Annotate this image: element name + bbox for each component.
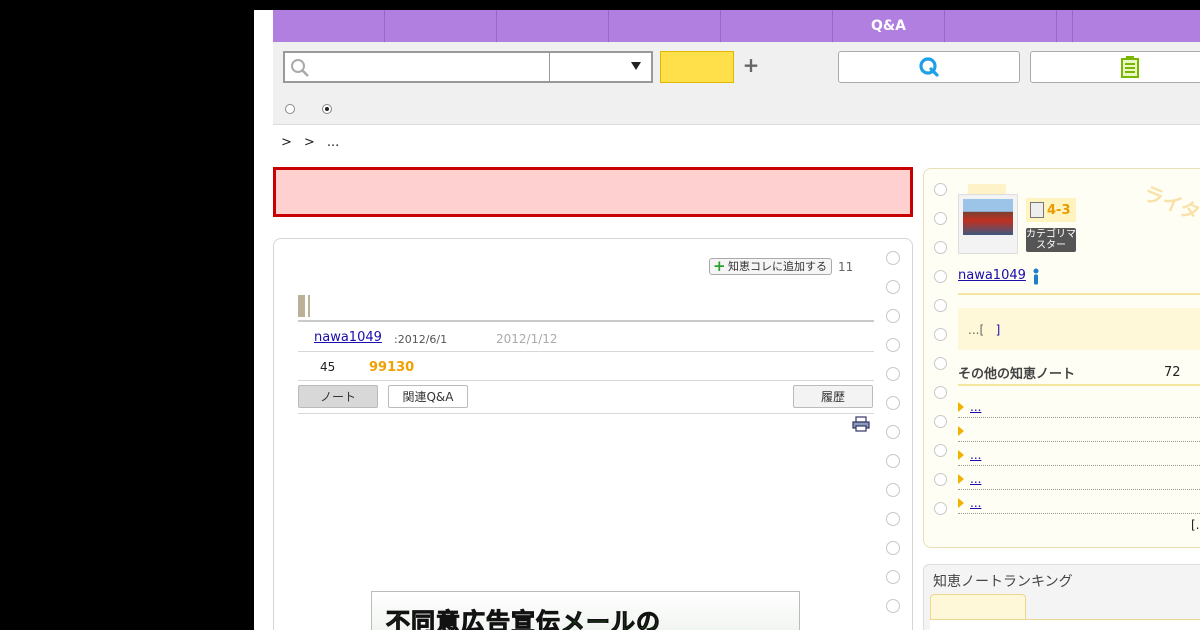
triangle-right-icon <box>958 498 964 508</box>
page: Q&A + > > ... + 知恵コレに追加する 11 nawa1049:2… <box>254 10 1200 630</box>
nav-item-7[interactable] <box>945 10 1057 42</box>
chiecolle-count: 11 <box>838 260 854 274</box>
search-input[interactable] <box>285 53 550 81</box>
stats-row: 45 99130 <box>298 352 874 381</box>
breadcrumb-item[interactable]: > <box>304 135 315 155</box>
add-to-chiecolle-button[interactable]: + 知恵コレに追加する <box>709 258 832 275</box>
banner-text: 不同意広告宣伝メールの <box>386 608 661 630</box>
updated-date: 2012/1/12 <box>496 332 558 346</box>
divider <box>958 384 1200 386</box>
breadcrumb-item: ... <box>326 135 340 150</box>
grade-text: 4-3 <box>1047 202 1071 218</box>
top-navigation: Q&A <box>273 10 1200 42</box>
nav-item-1[interactable] <box>273 10 385 42</box>
ranking-tab-2[interactable] <box>1026 596 1122 620</box>
points-value: 99130 <box>369 360 415 375</box>
more-link[interactable]: [... <box>1191 518 1200 532</box>
writer-stamp: ライター <box>1139 180 1200 233</box>
search-scope-radio-2[interactable] <box>322 104 332 114</box>
nav-item-5[interactable] <box>721 10 833 42</box>
writer-intro: ...[ ] <box>958 308 1200 350</box>
ranking-title: 知恵ノートランキング <box>933 574 1073 590</box>
nav-item-3[interactable] <box>497 10 609 42</box>
note-ranking-panel: 知恵ノートランキング <box>923 564 1200 630</box>
nav-item-2[interactable] <box>385 10 497 42</box>
q-icon <box>919 57 939 77</box>
triangle-right-icon <box>958 474 964 484</box>
other-notes-title: その他の知恵ノート <box>958 367 1076 382</box>
note-icon <box>1121 56 1139 78</box>
other-notes-count: 72 <box>1164 365 1181 380</box>
list-item: ... <box>958 444 1200 466</box>
note-link[interactable]: ... <box>970 400 1028 414</box>
breadcrumb: > > ... <box>281 135 339 155</box>
person-icon <box>1033 268 1039 285</box>
avatar[interactable] <box>958 194 1018 254</box>
triangle-right-icon <box>958 450 964 460</box>
ask-question-button[interactable] <box>838 51 1020 83</box>
write-note-button[interactable] <box>1030 51 1200 83</box>
search-category-select[interactable] <box>551 53 651 81</box>
list-item: ... <box>958 468 1200 490</box>
tab-note[interactable]: ノート <box>298 385 378 408</box>
plus-icon[interactable]: + <box>741 54 761 76</box>
note-panel: + 知恵コレに追加する 11 nawa1049 :2012/6/1 2012/1… <box>273 238 913 630</box>
content-frame: Q&A + > > ... + 知恵コレに追加する 11 nawa1049:2… <box>273 10 1200 630</box>
nav-item-8[interactable] <box>1057 10 1073 42</box>
category-master-badge: カテゴリマスター <box>1026 228 1076 252</box>
notebook-icon <box>1030 202 1044 218</box>
list-item <box>958 420 1200 442</box>
alert-box <box>273 167 913 217</box>
author-link[interactable]: nawa1049 <box>314 330 382 345</box>
article-banner-image: 不同意広告宣伝メールの <box>371 591 800 630</box>
print-icon[interactable] <box>852 416 870 432</box>
note-link[interactable]: ... <box>970 496 1005 510</box>
nav-item-9[interactable] <box>1073 10 1200 42</box>
chevron-down-icon <box>631 62 641 70</box>
list-item: ... <box>958 492 1200 514</box>
nav-item-qa[interactable]: Q&A <box>833 10 945 42</box>
intro-prefix: ...[ <box>968 323 985 337</box>
tab-history[interactable]: 履歴 <box>793 385 873 408</box>
list-item: ... <box>958 396 1200 418</box>
binder-holes <box>886 251 904 628</box>
avatar-image <box>963 199 1013 235</box>
writer-profile-panel: ライター 4-3 カテゴリマスター nawa1049 ...[ ] その他の知恵… <box>923 168 1200 548</box>
ranking-tab-1[interactable] <box>930 594 1026 620</box>
triangle-right-icon <box>958 426 964 436</box>
add-to-chiecolle-label: 知恵コレに追加する <box>728 260 827 273</box>
created-date: :2012/6/1 <box>394 333 448 346</box>
grade-badge: 4-3 <box>1026 198 1076 222</box>
writer-link[interactable]: nawa1049 <box>958 268 1026 283</box>
tab-related-qa[interactable]: 関連Q&A <box>388 385 468 408</box>
binder-holes <box>934 183 950 531</box>
search-button[interactable] <box>660 51 734 83</box>
note-link[interactable]: ... <box>970 448 988 462</box>
ranking-body <box>930 619 1200 630</box>
tabs-divider <box>298 413 874 414</box>
plus-icon: + <box>713 257 726 275</box>
alert-link[interactable] <box>568 185 618 199</box>
view-count: 45 <box>320 360 336 374</box>
title-marker <box>298 295 308 317</box>
divider <box>958 293 1200 295</box>
search-bar: + <box>273 42 1200 125</box>
search-scope-radio-1[interactable] <box>285 104 295 114</box>
note-link[interactable]: ... <box>970 472 1005 486</box>
search-box <box>283 51 653 83</box>
triangle-right-icon <box>958 402 964 412</box>
breadcrumb-item[interactable]: > <box>281 135 292 155</box>
intro-suffix[interactable]: ] <box>996 323 1001 337</box>
note-title-bar <box>298 295 874 322</box>
nav-item-4[interactable] <box>609 10 721 42</box>
author-row: nawa1049 :2012/6/1 2012/1/12 <box>298 323 874 352</box>
